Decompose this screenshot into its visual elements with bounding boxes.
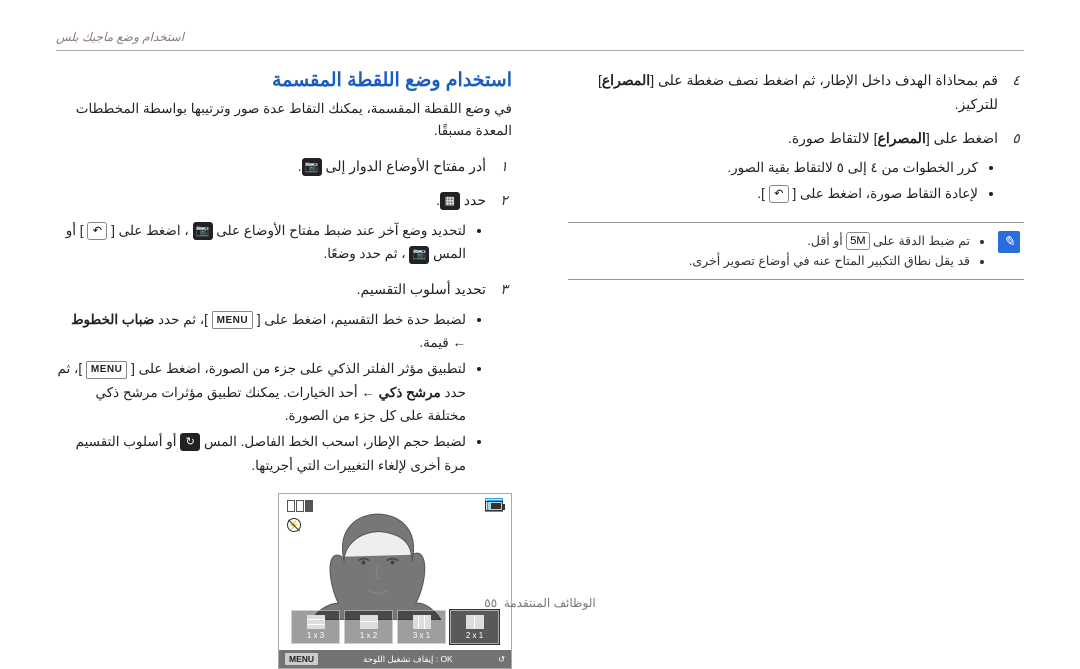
note-item: تم ضبط الدقة على 5M أو أقل. xyxy=(689,231,970,251)
breadcrumb: استخدام وضع ماجيك بلس xyxy=(56,30,1024,44)
step-5: ٥ اضغط على [المصراع] لالتقاط صورة. كرر ا… xyxy=(568,127,1024,208)
bullet: لضبط حجم الإطار، اسحب الخط الفاصل. المس … xyxy=(56,430,466,477)
note-icon: ✎ xyxy=(998,231,1020,253)
divider xyxy=(56,50,1024,51)
bullet: لضبط حدة خط التقسيم، اضغط على [ MENU ]، … xyxy=(56,308,466,355)
note-box: ✎ تم ضبط الدقة على 5M أو أقل. قد يقل نطا… xyxy=(568,222,1024,280)
note-item: قد يقل نطاق التكبير المتاح عنه في أوضاع … xyxy=(689,251,970,271)
step-text: أدر مفتاح الأوضاع الدوار إلى xyxy=(322,158,486,174)
split-mode-icon: ▦ xyxy=(440,192,460,210)
split-opt-1x3[interactable]: 1 x 3 xyxy=(291,610,340,644)
camera-mode-icon: 📷 xyxy=(409,246,429,264)
section-title: استخدام وضع اللقطة المقسمة xyxy=(56,69,512,92)
camera-preview: 2 x 1 3 x 1 1 x 2 1 x 3 xyxy=(278,493,512,669)
step-number: ٣ xyxy=(496,281,512,298)
bullet: كرر الخطوات من ٤ إلى ٥ لالتقاط بقية الصو… xyxy=(568,156,978,180)
step-4: ٤ قم بمحاذاة الهدف داخل الإطار، ثم اضغط … xyxy=(568,69,1024,117)
step-3: ٣ تحديد أسلوب التقسيم. لضبط حدة خط التقس… xyxy=(56,278,512,479)
back-icon: ↶ xyxy=(87,222,107,240)
step-number: ٢ xyxy=(496,192,512,209)
step-1: ١ أدر مفتاح الأوضاع الدوار إلى 📷. xyxy=(56,155,512,179)
step-2: ٢ حدد ▦. لتحديد وضع آخر عند ضبط مفتاح ال… xyxy=(56,189,512,268)
loop-icon[interactable]: ↻ xyxy=(498,654,505,665)
resolution-badge: 5M xyxy=(846,232,869,250)
step-number: ٥ xyxy=(1008,130,1024,147)
split-opt-1x2[interactable]: 1 x 2 xyxy=(344,610,393,644)
step-text: تحديد أسلوب التقسيم. xyxy=(357,281,486,297)
camera-mode-icon: 📷 xyxy=(302,158,322,176)
step-number: ٤ xyxy=(1008,72,1024,89)
bullet: لتحديد وضع آخر عند ضبط مفتاح الأوضاع على… xyxy=(56,219,466,266)
split-opt-2x1[interactable]: 2 x 1 xyxy=(450,610,499,644)
menu-button-label: MENU xyxy=(86,361,127,379)
left-column: ٤ قم بمحاذاة الهدف داخل الإطار، ثم اضغط … xyxy=(562,69,1024,669)
bullet: لإعادة التقاط صورة، اضغط على [ ↶ ]. xyxy=(568,182,978,206)
camera-bottom-bar: MENU إيقاف تشغيل اللوحة : OK ↻ xyxy=(279,650,511,668)
bullet: لتطبيق مؤثر الفلتر الذكي على جزء من الصو… xyxy=(56,357,466,428)
menu-chip[interactable]: MENU xyxy=(285,653,318,665)
page-footer: الوظائف المنتقدمة ٥٥ xyxy=(0,596,1080,610)
split-options: 2 x 1 3 x 1 1 x 2 1 x 3 xyxy=(291,610,499,644)
intro-text: في وضع اللقطة المقسمة، يمكنك التقاط عدة … xyxy=(56,98,512,141)
storage-icon xyxy=(287,500,313,512)
camera-mode-icon: 📷 xyxy=(193,222,213,240)
menu-button-label: MENU xyxy=(212,311,253,329)
flash-off-icon xyxy=(287,518,301,532)
step-number: ١ xyxy=(496,158,512,175)
split-opt-3x1[interactable]: 3 x 1 xyxy=(397,610,446,644)
battery-icon xyxy=(485,501,503,511)
right-column: استخدام وضع اللقطة المقسمة في وضع اللقطة… xyxy=(56,69,518,669)
step-text: حدد xyxy=(460,192,486,208)
loop-icon: ↻ xyxy=(180,433,200,451)
back-icon: ↶ xyxy=(769,185,789,203)
